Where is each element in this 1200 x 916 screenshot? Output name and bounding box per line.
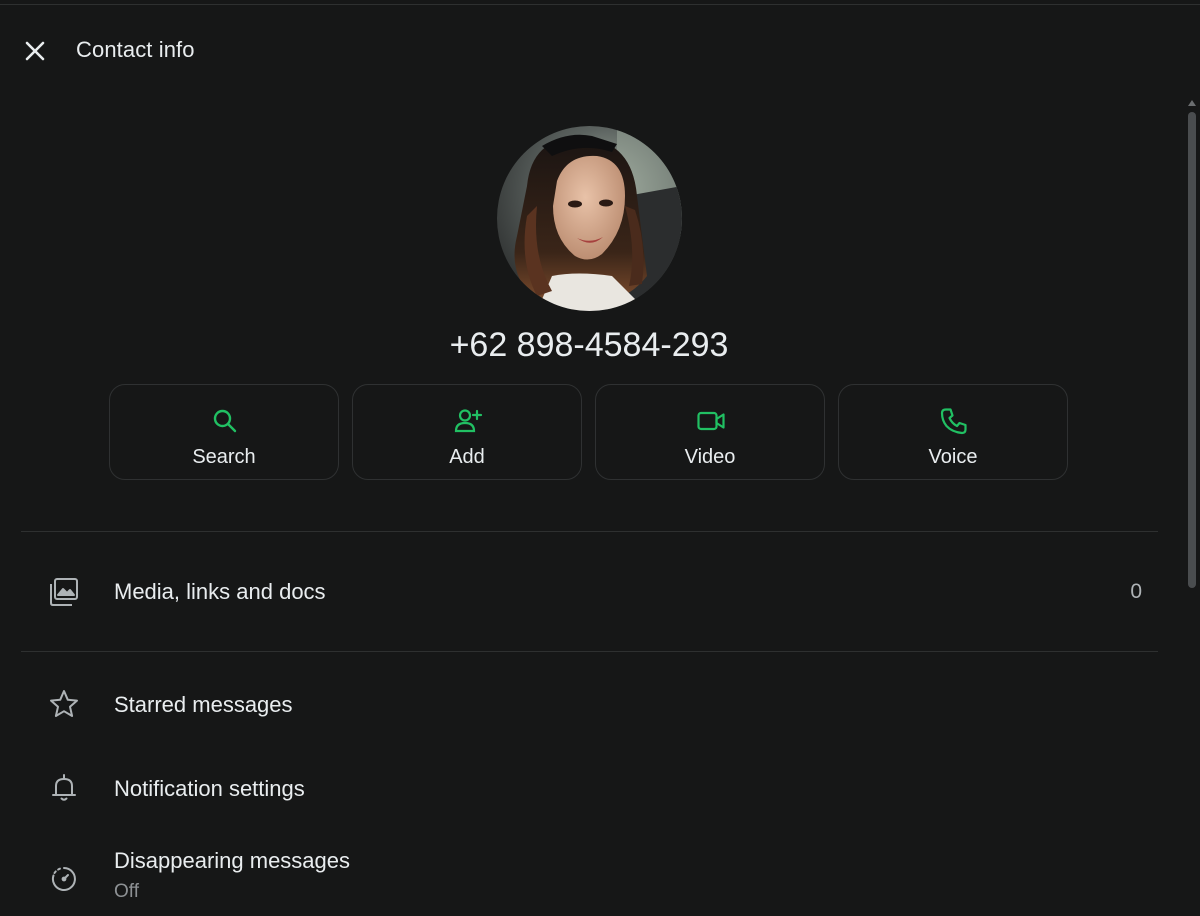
profile-photo	[497, 126, 682, 311]
starred-messages-label: Starred messages	[114, 692, 293, 717]
notification-settings-label: Notification settings	[114, 776, 305, 801]
media-links-docs-row[interactable]: Media, links and docs 0	[21, 560, 1158, 624]
add-button-label: Add	[449, 446, 485, 468]
scroll-thumb[interactable]	[1188, 112, 1196, 588]
video-call-button[interactable]: Video	[595, 384, 825, 480]
voice-button-label: Voice	[928, 446, 978, 468]
panel-header: Contact info	[0, 20, 1200, 82]
close-icon	[20, 36, 50, 66]
disappearing-messages-row[interactable]: Disappearing messages Off	[21, 840, 1158, 910]
star-icon	[46, 686, 82, 722]
action-buttons: Search Add Video Voice	[109, 384, 1071, 482]
close-button[interactable]	[20, 36, 50, 66]
video-camera-icon	[695, 405, 727, 437]
top-border	[0, 4, 1200, 5]
scroll-up-icon[interactable]	[1188, 100, 1196, 106]
media-links-docs-label: Media, links and docs	[114, 579, 326, 604]
video-button-label: Video	[684, 446, 736, 468]
timer-icon	[46, 861, 82, 897]
scrollbar[interactable]	[1188, 100, 1196, 916]
starred-messages-row[interactable]: Starred messages	[21, 676, 1158, 734]
panel-title: Contact info	[76, 37, 195, 62]
search-icon	[209, 405, 241, 437]
media-gallery-icon	[46, 574, 82, 610]
disappearing-messages-status: Off	[114, 881, 139, 902]
search-button[interactable]: Search	[109, 384, 339, 480]
add-person-icon	[452, 405, 484, 437]
contact-info-panel: Contact info +62 898-4584-293 Search Add…	[0, 0, 1200, 916]
notification-settings-row[interactable]: Notification settings	[21, 760, 1158, 818]
divider	[21, 531, 1158, 532]
divider	[21, 651, 1158, 652]
avatar[interactable]	[497, 126, 682, 311]
disappearing-messages-label: Disappearing messages	[114, 848, 351, 873]
voice-call-button[interactable]: Voice	[838, 384, 1068, 480]
media-count: 0	[1130, 580, 1142, 603]
contact-phone-number: +62 898-4584-293	[449, 326, 729, 364]
search-button-label: Search	[192, 446, 256, 468]
phone-icon	[938, 405, 970, 437]
bell-icon	[46, 770, 82, 806]
add-contact-button[interactable]: Add	[352, 384, 582, 480]
